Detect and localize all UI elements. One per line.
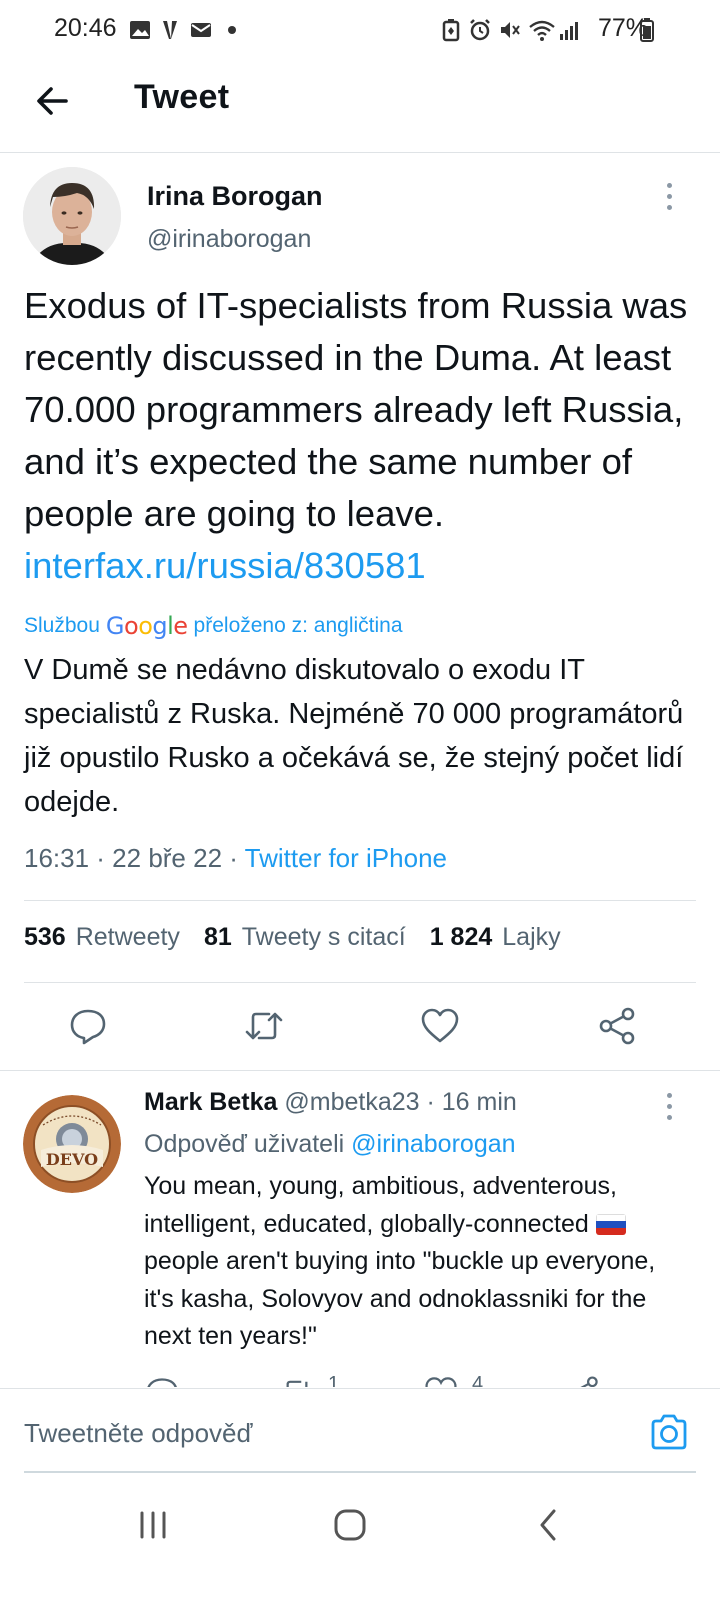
retweets-label: Retweety xyxy=(75,923,180,951)
reply-reply-icon[interactable] xyxy=(144,1375,180,1387)
retweets-stat[interactable]: 536 Retweety xyxy=(24,923,180,952)
arrow-left-icon xyxy=(37,87,68,115)
translation-attribution: Službou Google přeloženo z: angličtina xyxy=(24,612,403,640)
retweet-icon xyxy=(245,1012,283,1040)
recent-apps-button[interactable] xyxy=(136,1505,170,1545)
reply-share-icon[interactable] xyxy=(566,1375,600,1387)
alarm-icon xyxy=(468,18,492,42)
reply-to-handle[interactable]: @irinaborogan xyxy=(351,1130,515,1158)
dot-icon xyxy=(227,18,237,42)
author-handle[interactable]: @irinaborogan xyxy=(147,225,311,254)
reply-time: 16 min xyxy=(441,1088,517,1116)
reply-text-part2: people aren't buying into "buckle up eve… xyxy=(144,1247,656,1350)
translated-text: V Dumě se nedávno diskutovalo o exodu IT… xyxy=(24,654,684,818)
more-options-icon[interactable] xyxy=(663,183,675,210)
reply-like-icon[interactable]: 4 xyxy=(424,1375,494,1387)
tweet-link[interactable]: interfax.ru/russia/830581 xyxy=(24,545,426,586)
quotes-label: Tweety s citací xyxy=(241,923,406,951)
author-name[interactable]: Irina Borogan xyxy=(147,181,323,212)
reply-to-line: Odpověď uživateli @irinaborogan xyxy=(144,1130,516,1159)
reply-button[interactable] xyxy=(68,1006,108,1046)
chevron-left-icon xyxy=(540,1509,556,1541)
battery-saver-icon xyxy=(442,18,460,42)
section-divider xyxy=(0,1070,720,1071)
camera-button[interactable] xyxy=(648,1412,690,1454)
quotes-stat[interactable]: 81 Tweety s citací xyxy=(204,923,406,952)
system-back-button[interactable] xyxy=(534,1505,564,1545)
image-icon xyxy=(128,18,152,42)
composer-underline xyxy=(24,1471,696,1473)
translation-prefix: Službou xyxy=(24,614,100,637)
reply-to-label: Odpověď uživateli xyxy=(144,1130,345,1158)
v-app-icon xyxy=(160,18,182,42)
page-title: Tweet xyxy=(134,78,230,116)
reply-retweet-icon[interactable]: 1 xyxy=(280,1375,340,1387)
reply-like-count: 4 xyxy=(472,1375,484,1387)
composer-divider xyxy=(0,1388,720,1389)
retweets-count: 536 xyxy=(24,923,66,951)
google-logo: Google xyxy=(105,612,188,640)
tweet-stats: 536 Retweety 81 Tweety s citací 1 824 Lajky xyxy=(24,923,561,952)
status-time: 20:46 xyxy=(54,14,117,42)
battery-icon xyxy=(640,18,654,42)
tweet-source[interactable]: Twitter for iPhone xyxy=(245,843,447,873)
back-button[interactable] xyxy=(30,78,76,124)
reply-icon xyxy=(70,1009,106,1045)
avatar-photo xyxy=(23,167,121,265)
reply-retweet-count: 1 xyxy=(328,1375,340,1387)
translation-suffix: přeloženo z: angličtina xyxy=(193,614,403,637)
camera-icon xyxy=(651,1414,687,1450)
reply-more-options-icon[interactable] xyxy=(663,1093,675,1120)
russia-flag-icon xyxy=(595,1213,626,1235)
wifi-icon xyxy=(528,18,556,42)
recent-apps-icon xyxy=(140,1511,166,1539)
signal-icon xyxy=(558,18,580,42)
like-icon xyxy=(421,1008,459,1043)
home-button[interactable] xyxy=(330,1505,370,1545)
reply-header: Mark Betka @mbetka23 · 16 min xyxy=(144,1088,517,1117)
likes-label: Lajky xyxy=(502,923,561,951)
reply-text-part1: You mean, young, ambitious, adventerous,… xyxy=(144,1172,617,1238)
divider xyxy=(24,982,696,983)
likes-stat[interactable]: 1 824 Lajky xyxy=(430,923,561,952)
likes-count: 1 824 xyxy=(429,923,493,951)
tweet-body: Exodus of IT-specialists from Russia was… xyxy=(24,285,688,534)
header-divider xyxy=(0,152,720,153)
reply-avatar-text: DEVO xyxy=(46,1150,98,1169)
reply-author-handle[interactable]: @mbetka23 xyxy=(284,1088,419,1116)
reply-separator: · xyxy=(426,1088,435,1116)
reply-avatar-badge: DEVO xyxy=(23,1095,121,1193)
share-button[interactable] xyxy=(597,1006,637,1046)
mail-icon xyxy=(190,18,212,42)
avatar[interactable] xyxy=(23,167,121,265)
reply-text: You mean, young, ambitious, adventerous,… xyxy=(144,1168,684,1356)
retweet-button[interactable] xyxy=(244,1006,284,1046)
mute-icon xyxy=(498,18,522,42)
home-icon xyxy=(334,1509,366,1541)
tweet-text: Exodus of IT-specialists from Russia was… xyxy=(24,280,704,592)
reply-avatar[interactable]: DEVO xyxy=(23,1095,121,1193)
like-button[interactable] xyxy=(420,1006,460,1046)
tweet-timestamp: 16:31 · 22 bře 22 · xyxy=(24,843,245,873)
tweet-meta: 16:31 · 22 bře 22 · Twitter for iPhone xyxy=(24,843,447,874)
reply-input[interactable]: Tweetněte odpověď xyxy=(24,1418,252,1449)
reply-author-name[interactable]: Mark Betka xyxy=(144,1088,277,1116)
quotes-count: 81 xyxy=(203,923,232,951)
share-icon xyxy=(599,1007,635,1045)
divider xyxy=(24,900,696,901)
